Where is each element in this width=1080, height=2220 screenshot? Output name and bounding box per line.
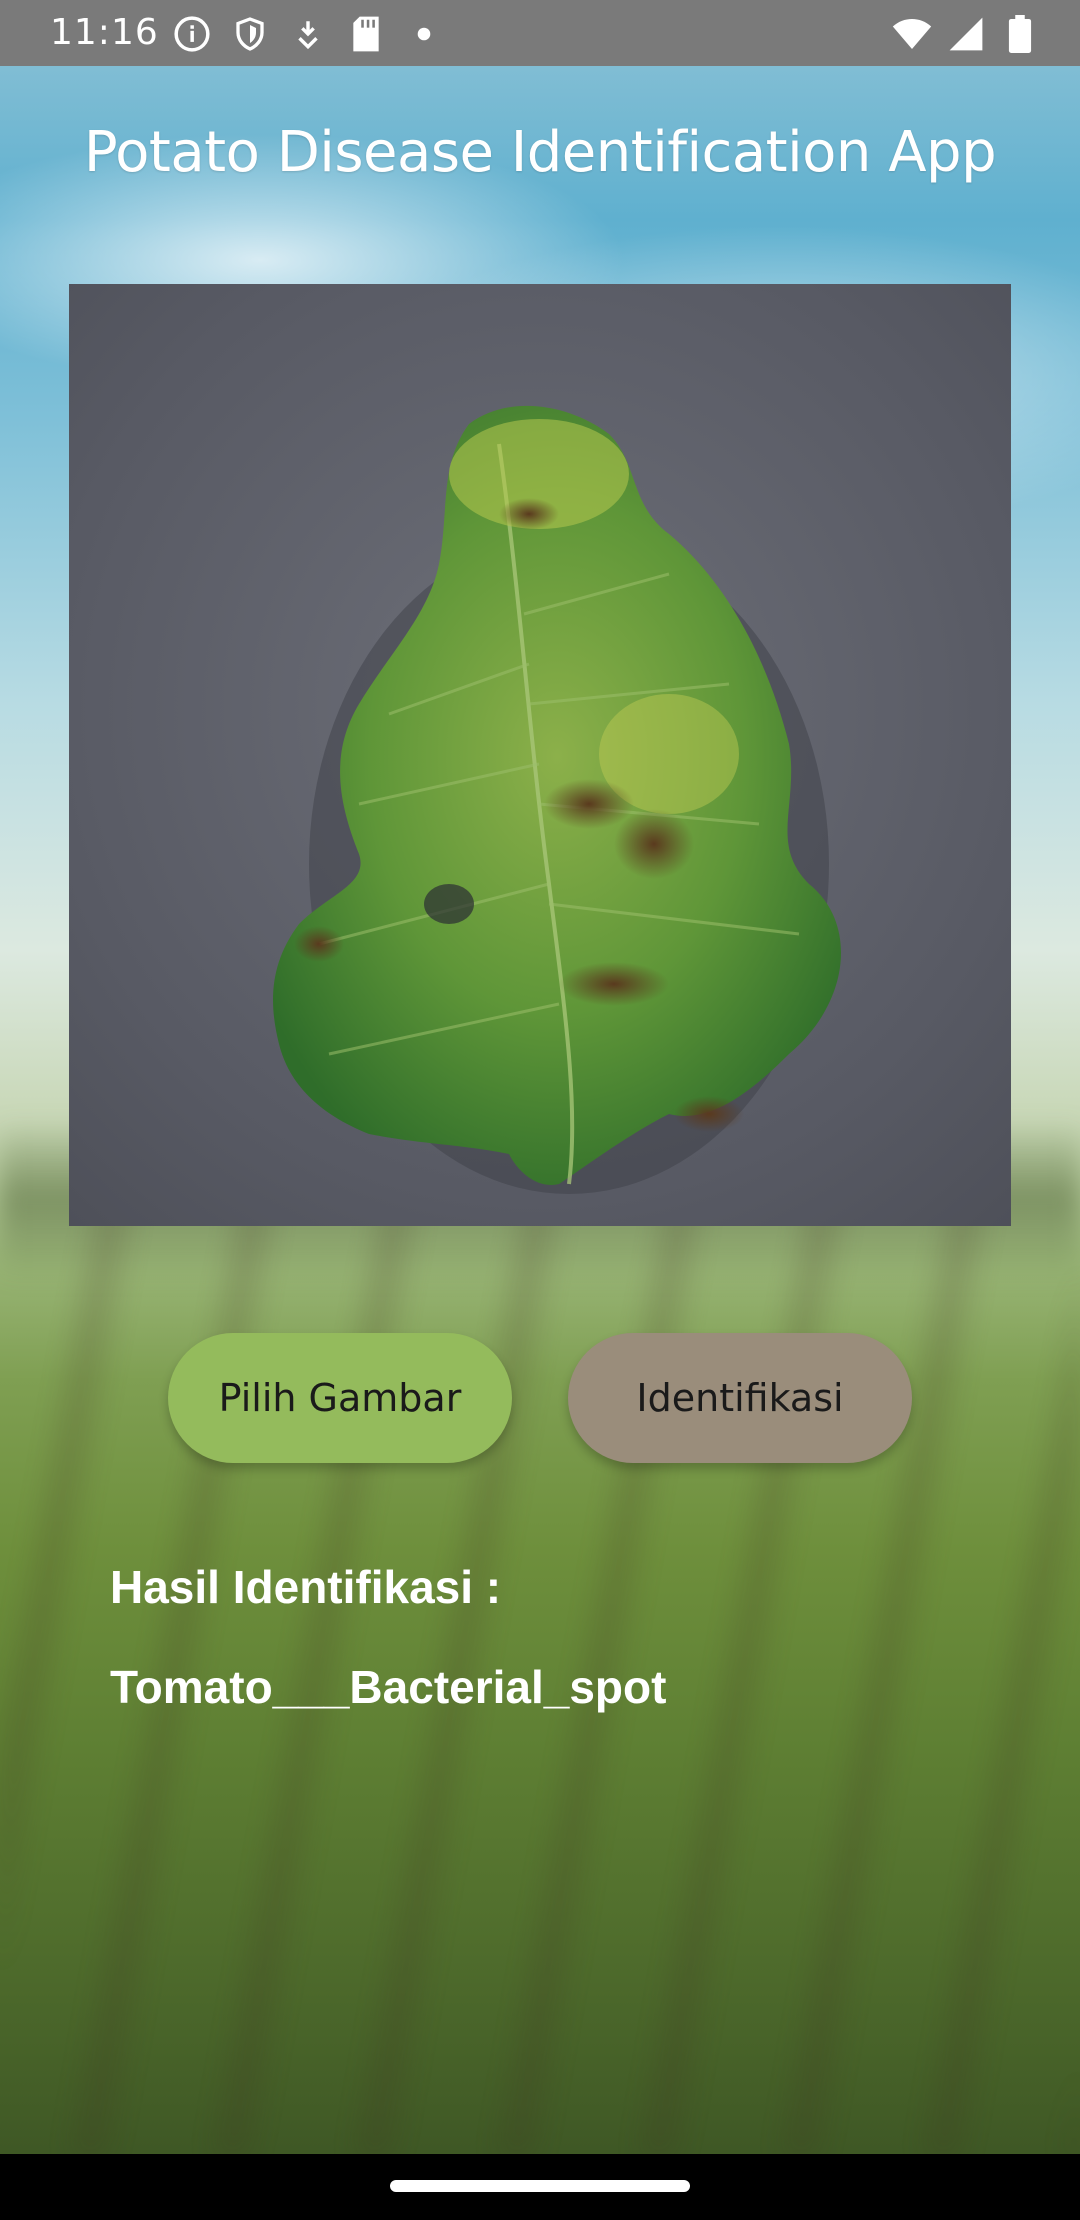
app-screen: 11:16 Potato Disease Identification App …: [0, 0, 1080, 2220]
identify-button[interactable]: Identifikasi: [568, 1333, 912, 1463]
leaf-illustration: [273, 405, 842, 1194]
shield-icon: [230, 14, 270, 54]
pick-image-button[interactable]: Pilih Gambar: [168, 1333, 512, 1463]
leaf-image: [69, 284, 1011, 1226]
status-system-icons: [892, 14, 1040, 54]
sd-card-icon: [346, 14, 386, 54]
status-bar: 11:16: [0, 0, 1080, 66]
status-notification-icons: [172, 14, 444, 54]
result-value: Tomato___Bacterial_spot: [110, 1661, 667, 1713]
battery-icon: [1000, 14, 1040, 54]
status-time: 11:16: [50, 12, 159, 53]
download-icon: [288, 14, 328, 54]
page-title: Potato Disease Identification App: [83, 120, 997, 185]
navigation-bar: [0, 2154, 1080, 2220]
dot-icon: [404, 14, 444, 54]
info-icon: [172, 14, 212, 54]
home-gesture-handle[interactable]: [390, 2180, 690, 2192]
wifi-icon: [892, 14, 932, 54]
signal-icon: [946, 14, 986, 54]
result-label: Hasil Identifikasi :: [110, 1561, 502, 1613]
